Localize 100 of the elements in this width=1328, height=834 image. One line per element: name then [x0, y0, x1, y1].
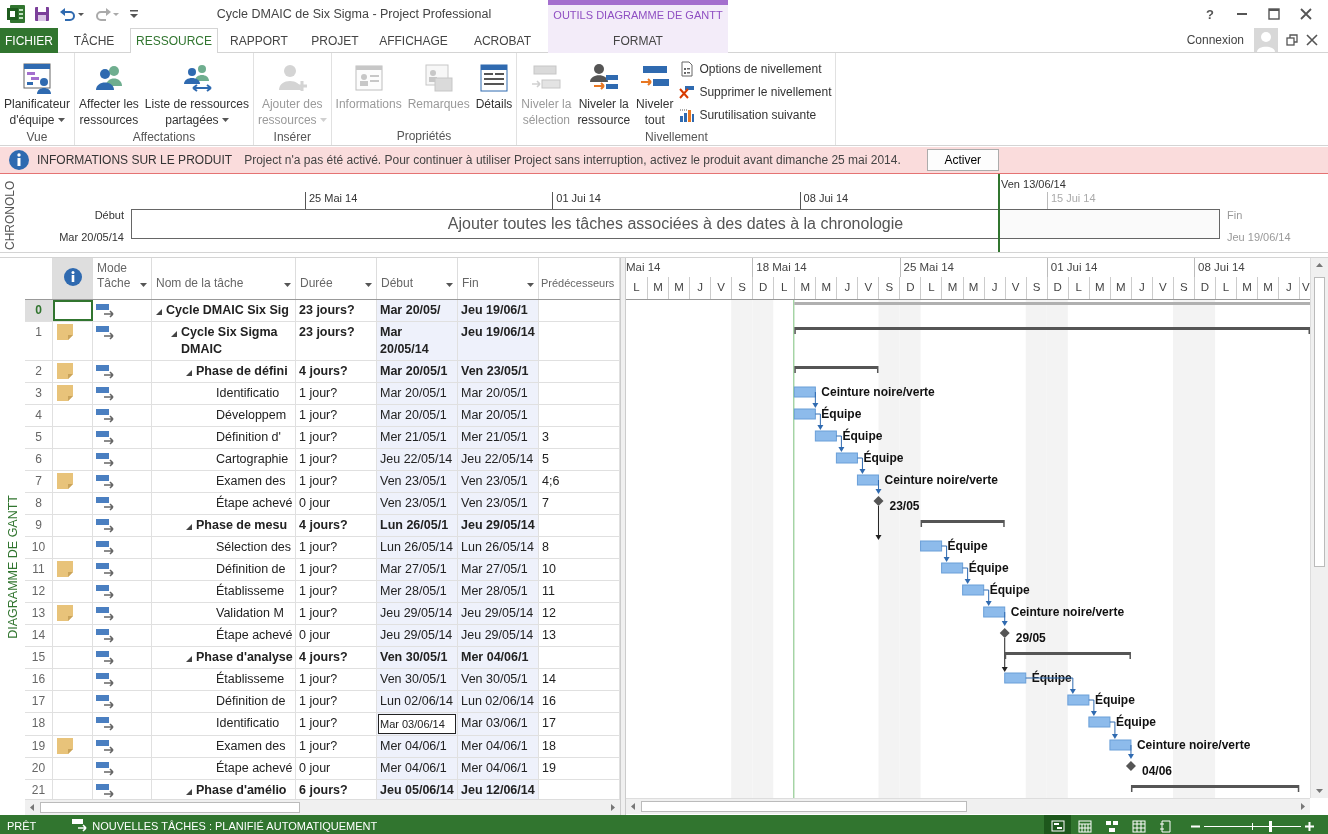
row-number[interactable]: 18 — [25, 713, 53, 735]
milestone-diamond[interactable] — [873, 496, 884, 506]
ribbon-tab[interactable]: AFFICHAGE — [370, 28, 457, 53]
summary-bar[interactable] — [794, 327, 1310, 334]
row-number[interactable]: 19 — [25, 736, 53, 757]
summary-bar[interactable] — [1130, 785, 1300, 792]
row-number[interactable]: 5 — [25, 427, 53, 448]
restore-icon[interactable] — [1286, 34, 1298, 46]
day-label: M — [941, 277, 963, 299]
ribbon-button[interactable]: Affecter les ressources — [77, 58, 141, 130]
table-cell: Mer 04/06/1 — [380, 761, 447, 775]
ribbon-tab[interactable]: FICHIER — [0, 28, 58, 53]
ribbon-tab[interactable]: RAPPORT — [218, 28, 300, 53]
view-button[interactable] — [1044, 815, 1071, 834]
row-number[interactable]: 15 — [25, 647, 53, 668]
row-number[interactable]: 6 — [25, 449, 53, 470]
resource-label: Équipe — [1031, 671, 1072, 685]
zoom-slider-thumb[interactable] — [1268, 820, 1272, 832]
row-number[interactable]: 8 — [25, 493, 53, 514]
activate-button[interactable]: Activer — [926, 149, 999, 171]
close-icon[interactable] — [1306, 34, 1318, 46]
collapse-icon[interactable] — [186, 370, 192, 376]
row-number[interactable]: 16 — [25, 669, 53, 690]
row-number[interactable]: 2 — [25, 361, 53, 382]
task-bar[interactable] — [856, 474, 879, 486]
table-cell: Mar 20/05/1 — [380, 386, 447, 400]
row-number[interactable]: 12 — [25, 581, 53, 602]
row-number[interactable]: 14 — [25, 625, 53, 646]
column-header[interactable]: Durée — [296, 258, 377, 299]
milestone-diamond[interactable] — [1125, 761, 1136, 771]
status-text[interactable]: NOUVELLES TÂCHES : PLANIFIÉ AUTOMATIQUEMENT — [92, 820, 378, 832]
row-number[interactable]: 9 — [25, 515, 53, 536]
save-icon[interactable] — [34, 6, 50, 22]
collapse-icon[interactable] — [186, 656, 192, 662]
collapse-icon[interactable] — [186, 524, 192, 530]
cell-editor[interactable]: Mar 03/06/14 — [378, 714, 456, 734]
day-label: M — [794, 277, 816, 299]
row-number[interactable]: 4 — [25, 405, 53, 426]
collapse-icon[interactable] — [171, 331, 177, 337]
collapse-icon[interactable] — [186, 789, 192, 795]
column-header[interactable]: Fin — [458, 258, 539, 299]
auto-schedule-icon — [96, 607, 116, 621]
row-number[interactable]: 17 — [25, 691, 53, 712]
row-number[interactable]: 20 — [25, 758, 53, 779]
row-number[interactable]: 1 — [25, 322, 53, 360]
ribbon-tab[interactable]: TÂCHE — [58, 28, 130, 53]
summary-bar[interactable] — [794, 366, 879, 373]
milestone-diamond[interactable] — [999, 628, 1010, 638]
ribbon-tab[interactable]: FORMAT — [548, 28, 728, 53]
timeline-bar[interactable]: Ajouter toutes les tâches associées à des dates à la chronologie — [131, 209, 1220, 239]
task-name: Sélection des — [216, 539, 292, 556]
customize-icon[interactable] — [129, 9, 139, 19]
table-cell: 23 jours? — [299, 325, 355, 339]
table-cell: Jeu 12/06/14 — [461, 783, 535, 797]
ribbon-button[interactable]: Liste de ressources partagées — [142, 58, 251, 130]
scrollbar-thumb[interactable] — [641, 801, 967, 812]
ribbon-button[interactable]: Options de nivellement — [677, 59, 834, 79]
column-header[interactable]: Mode Tâche — [93, 258, 152, 299]
row-number[interactable]: 10 — [25, 537, 53, 558]
scrollbar-thumb[interactable] — [40, 802, 300, 813]
auto-schedule-icon — [96, 387, 116, 401]
ribbon-button[interactable]: Détails — [473, 58, 515, 114]
ribbon-tab[interactable]: RESSOURCE — [130, 28, 218, 53]
summary-bar[interactable] — [920, 520, 1005, 527]
ribbon-button[interactable]: Niveler tout — [634, 58, 676, 130]
day-label: J — [836, 277, 858, 299]
ribbon-button[interactable]: Planificateur d'équipe — [2, 58, 73, 130]
column-header[interactable]: Début — [377, 258, 458, 299]
scrollbar-thumb[interactable] — [1314, 277, 1325, 567]
table-cell: 10 — [542, 562, 556, 576]
table-cell: 1 jour? — [299, 606, 338, 620]
table-cell: Lun 26/05/1 — [380, 518, 449, 532]
ribbon-button[interactable]: Supprimer le nivellement — [677, 82, 834, 102]
task-name: Établisseme — [216, 583, 285, 600]
ribbon-button[interactable]: Niveler la ressource — [575, 58, 633, 130]
undo-icon[interactable] — [59, 6, 85, 22]
task-name: Phase de mesu — [196, 517, 287, 534]
timeline-tick: 25 Mai 14 — [305, 192, 358, 209]
table-cell: Mer 04/06/1 — [461, 761, 528, 775]
ribbon-tab[interactable]: PROJET — [300, 28, 370, 53]
row-number[interactable]: 0 — [25, 300, 53, 321]
resource-label: Ceinture noire/verte — [821, 385, 935, 399]
ribbon-button[interactable]: Surutilisation suivante — [677, 105, 834, 125]
selected-cell[interactable] — [53, 300, 93, 321]
column-header[interactable]: Nom de la tâche — [152, 258, 296, 299]
row-number[interactable]: 13 — [25, 603, 53, 624]
resource-label: Équipe — [989, 583, 1030, 597]
row-number[interactable]: 3 — [25, 383, 53, 404]
sign-in-link[interactable]: Connexion — [1186, 33, 1244, 47]
zoom-in-icon[interactable] — [1305, 821, 1314, 831]
summary-bar[interactable] — [1004, 652, 1131, 659]
row-number[interactable]: 7 — [25, 471, 53, 492]
ribbon-tab[interactable]: ACROBAT — [457, 28, 548, 53]
table-cell: Jeu 22/05/14 — [461, 452, 534, 466]
schedule-person-icon — [21, 62, 53, 94]
link-arrow — [1127, 744, 1134, 759]
link-arrow — [962, 567, 971, 584]
collapse-icon[interactable] — [156, 309, 162, 315]
row-number[interactable]: 11 — [25, 559, 53, 580]
help-button[interactable]: ? — [1194, 2, 1226, 26]
